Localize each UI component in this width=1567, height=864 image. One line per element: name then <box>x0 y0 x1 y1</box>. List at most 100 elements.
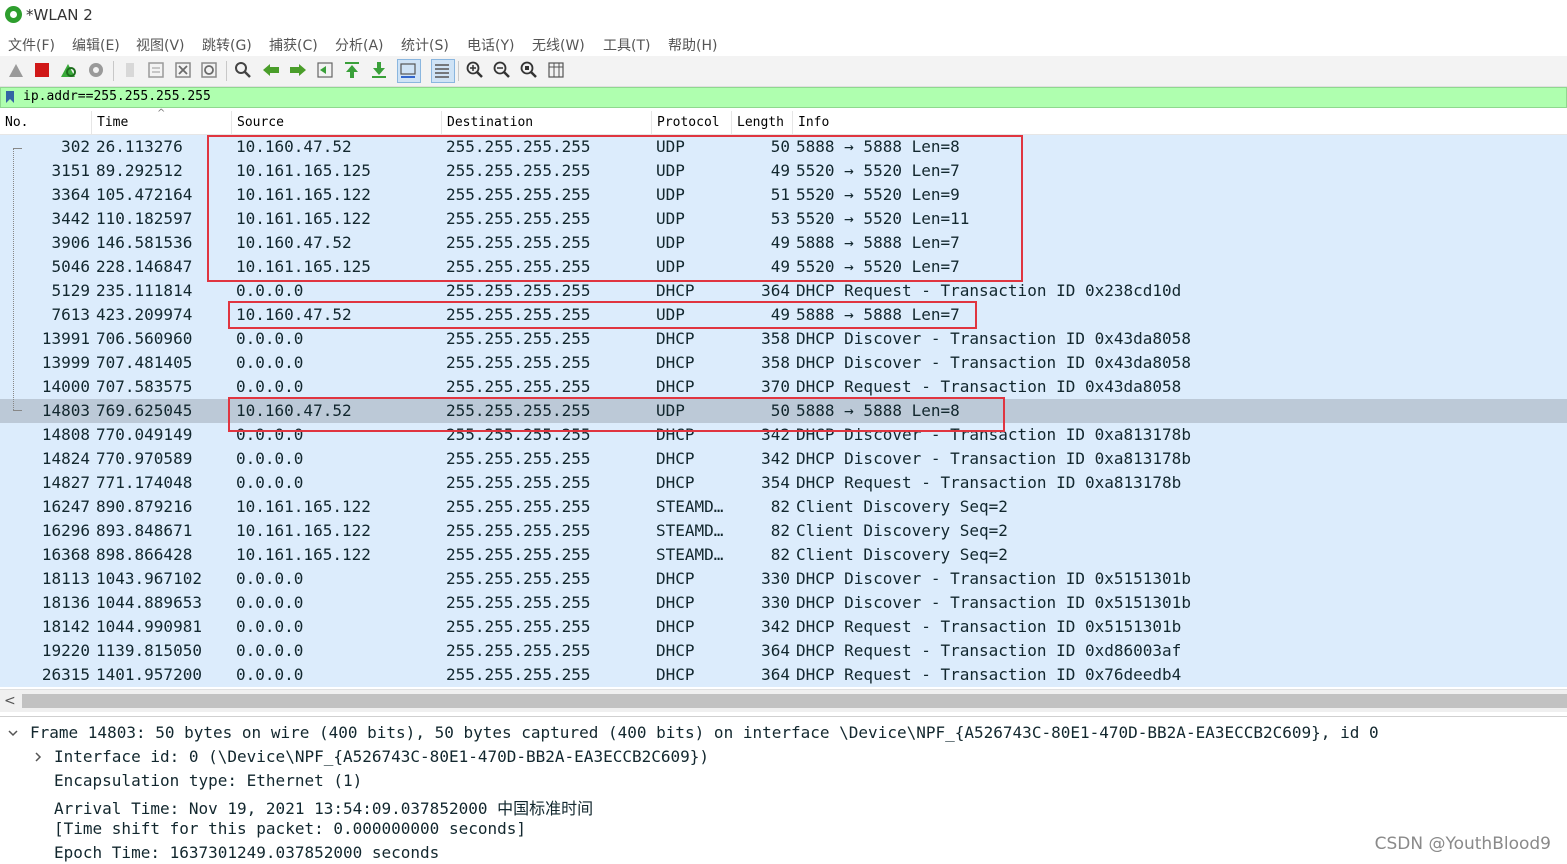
packet-row[interactable]: 16296 893.848671 10.161.165.122 255.255.255… <box>0 519 1567 543</box>
open-file-icon[interactable] <box>120 60 140 80</box>
column-header-no[interactable]: No. <box>0 111 92 134</box>
menu-capture[interactable]: 捕获(C) <box>269 35 318 55</box>
packet-row[interactable]: 18142 1044.990981 0.0.0.0 255.255.255.255 DH… <box>0 615 1567 639</box>
cell-time: 423.209974 <box>96 305 193 324</box>
menu-wireless[interactable]: 无线(W) <box>532 35 585 55</box>
cell-time: 898.866428 <box>96 545 193 564</box>
detail-arrival-time[interactable]: Arrival Time: Nov 19, 2021 13:54:09.0378… <box>54 795 593 819</box>
go-to-packet-icon[interactable] <box>315 60 335 80</box>
colorize-icon[interactable] <box>431 59 455 83</box>
column-header-destination[interactable]: Destination <box>442 111 652 134</box>
cell-length: 358 <box>761 353 790 372</box>
packet-row[interactable]: 19220 1139.815050 0.0.0.0 255.255.255.255 DH… <box>0 639 1567 663</box>
column-header-length[interactable]: Length <box>732 111 793 134</box>
menu-analyze[interactable]: 分析(A) <box>335 35 384 55</box>
packet-row[interactable]: 18136 1044.889653 0.0.0.0 255.255.255.255 DH… <box>0 591 1567 615</box>
cell-info: DHCP Request - Transaction ID 0x238cd10d <box>796 281 1182 300</box>
cell-time: 893.848671 <box>96 521 193 540</box>
cell-length: 364 <box>761 641 790 660</box>
save-file-icon[interactable] <box>146 60 166 80</box>
packet-row[interactable]: 26315 1401.957200 0.0.0.0 255.255.255.255 DH… <box>0 663 1567 687</box>
cell-protocol: STEAMD… <box>656 497 724 516</box>
detail-time-shift[interactable]: [Time shift for this packet: 0.000000000… <box>54 819 526 838</box>
menu-edit[interactable]: 编辑(E) <box>72 35 120 55</box>
menu-telephony[interactable]: 电话(Y) <box>467 35 514 55</box>
menu-statistics[interactable]: 统计(S) <box>401 35 449 55</box>
resize-columns-icon[interactable] <box>546 60 566 80</box>
cell-protocol: DHCP <box>656 617 695 636</box>
packet-row[interactable]: 18113 1043.967102 0.0.0.0 255.255.255.255 DH… <box>0 567 1567 591</box>
cell-time: 1044.889653 <box>96 593 202 612</box>
cell-source: 0.0.0.0 <box>236 449 304 468</box>
menu-view[interactable]: 视图(V) <box>136 35 185 55</box>
menu-tools[interactable]: 工具(T) <box>603 35 650 55</box>
reload-file-icon[interactable] <box>199 60 219 80</box>
column-header-protocol[interactable]: Protocol <box>652 111 732 134</box>
menu-file[interactable]: 文件(F) <box>8 35 55 55</box>
cell-no: 16247 <box>41 497 90 516</box>
go-last-packet-icon[interactable] <box>369 60 389 80</box>
packet-row[interactable]: 14827 771.174048 0.0.0.0 255.255.255.255 DHC… <box>0 471 1567 495</box>
packet-row[interactable]: 14000 707.583575 0.0.0.0 255.255.255.255 DHC… <box>0 375 1567 399</box>
cell-length: 82 <box>770 521 790 540</box>
display-filter-input[interactable] <box>23 89 1523 104</box>
stop-capture-icon[interactable] <box>32 60 52 80</box>
column-header-source[interactable]: Source <box>232 111 442 134</box>
bookmark-icon[interactable] <box>5 90 15 104</box>
column-header-info[interactable]: Info <box>793 111 1567 134</box>
cell-source: 10.161.165.122 <box>236 545 371 564</box>
cell-time: 1043.967102 <box>96 569 202 588</box>
cell-length: 358 <box>761 329 790 348</box>
cell-source: 0.0.0.0 <box>236 641 304 660</box>
packet-row[interactable]: 16247 890.879216 10.161.165.122 255.255.255… <box>0 495 1567 519</box>
menu-go[interactable]: 跳转(G) <box>202 35 252 55</box>
packet-row[interactable]: 14824 770.970589 0.0.0.0 255.255.255.255 DHC… <box>0 447 1567 471</box>
cell-length: 330 <box>761 593 790 612</box>
cell-protocol: DHCP <box>656 473 695 492</box>
wireshark-app-icon <box>5 6 22 23</box>
go-back-icon[interactable] <box>261 60 281 80</box>
cell-info: DHCP Request - Transaction ID 0xa813178b <box>796 473 1182 492</box>
chevron-right-icon[interactable] <box>32 751 44 763</box>
cell-destination: 255.255.255.255 <box>446 665 591 684</box>
autoscroll-icon[interactable] <box>397 59 421 83</box>
detail-encapsulation[interactable]: Encapsulation type: Ethernet (1) <box>54 771 362 790</box>
annotation-box-udp-14803 <box>228 397 1005 432</box>
detail-frame[interactable]: Frame 14803: 50 bytes on wire (400 bits)… <box>30 723 1379 742</box>
capture-options-icon[interactable] <box>86 60 106 80</box>
cell-time: 707.583575 <box>96 377 193 396</box>
packet-row[interactable]: 13999 707.481405 0.0.0.0 255.255.255.255 DHC… <box>0 351 1567 375</box>
related-packets-indicator <box>13 148 14 410</box>
packet-row[interactable]: 5129 235.111814 0.0.0.0 255.255.255.255 DHCP… <box>0 279 1567 303</box>
detail-epoch-time[interactable]: Epoch Time: 1637301249.037852000 seconds <box>54 843 439 862</box>
cell-no: 16296 <box>41 521 90 540</box>
cell-protocol: DHCP <box>656 281 695 300</box>
cell-protocol: DHCP <box>656 353 695 372</box>
menu-help[interactable]: 帮助(H) <box>668 35 717 55</box>
cell-protocol: DHCP <box>656 329 695 348</box>
scroll-left-icon[interactable]: < <box>4 693 16 709</box>
go-forward-icon[interactable] <box>288 60 308 80</box>
go-first-packet-icon[interactable] <box>342 60 362 80</box>
packet-list-scrollbar[interactable]: < <box>0 689 1567 712</box>
cell-time: 770.970589 <box>96 449 193 468</box>
zoom-in-icon[interactable] <box>465 60 485 80</box>
packet-details-pane: Frame 14803: 50 bytes on wire (400 bits)… <box>0 716 1567 864</box>
watermark: CSDN @YouthBlood9 <box>1374 834 1551 854</box>
cell-length: 370 <box>761 377 790 396</box>
cell-no: 18142 <box>41 617 90 636</box>
packet-row[interactable]: 16368 898.866428 10.161.165.122 255.255.255… <box>0 543 1567 567</box>
zoom-out-icon[interactable] <box>492 60 512 80</box>
detail-interface-id[interactable]: Interface id: 0 (\Device\NPF_{A526743C-8… <box>54 747 709 766</box>
cell-no: 26315 <box>41 665 90 684</box>
cell-source: 0.0.0.0 <box>236 281 304 300</box>
zoom-normal-icon[interactable] <box>519 60 539 80</box>
scrollbar-thumb[interactable] <box>22 694 1567 708</box>
find-packet-icon[interactable] <box>233 60 253 80</box>
restart-capture-icon[interactable] <box>58 60 78 80</box>
chevron-down-icon[interactable] <box>7 727 19 739</box>
start-capture-icon[interactable] <box>6 60 26 80</box>
cell-no: 16368 <box>41 545 90 564</box>
packet-row[interactable]: 13991 706.560960 0.0.0.0 255.255.255.255 DHC… <box>0 327 1567 351</box>
close-file-icon[interactable] <box>173 60 193 80</box>
